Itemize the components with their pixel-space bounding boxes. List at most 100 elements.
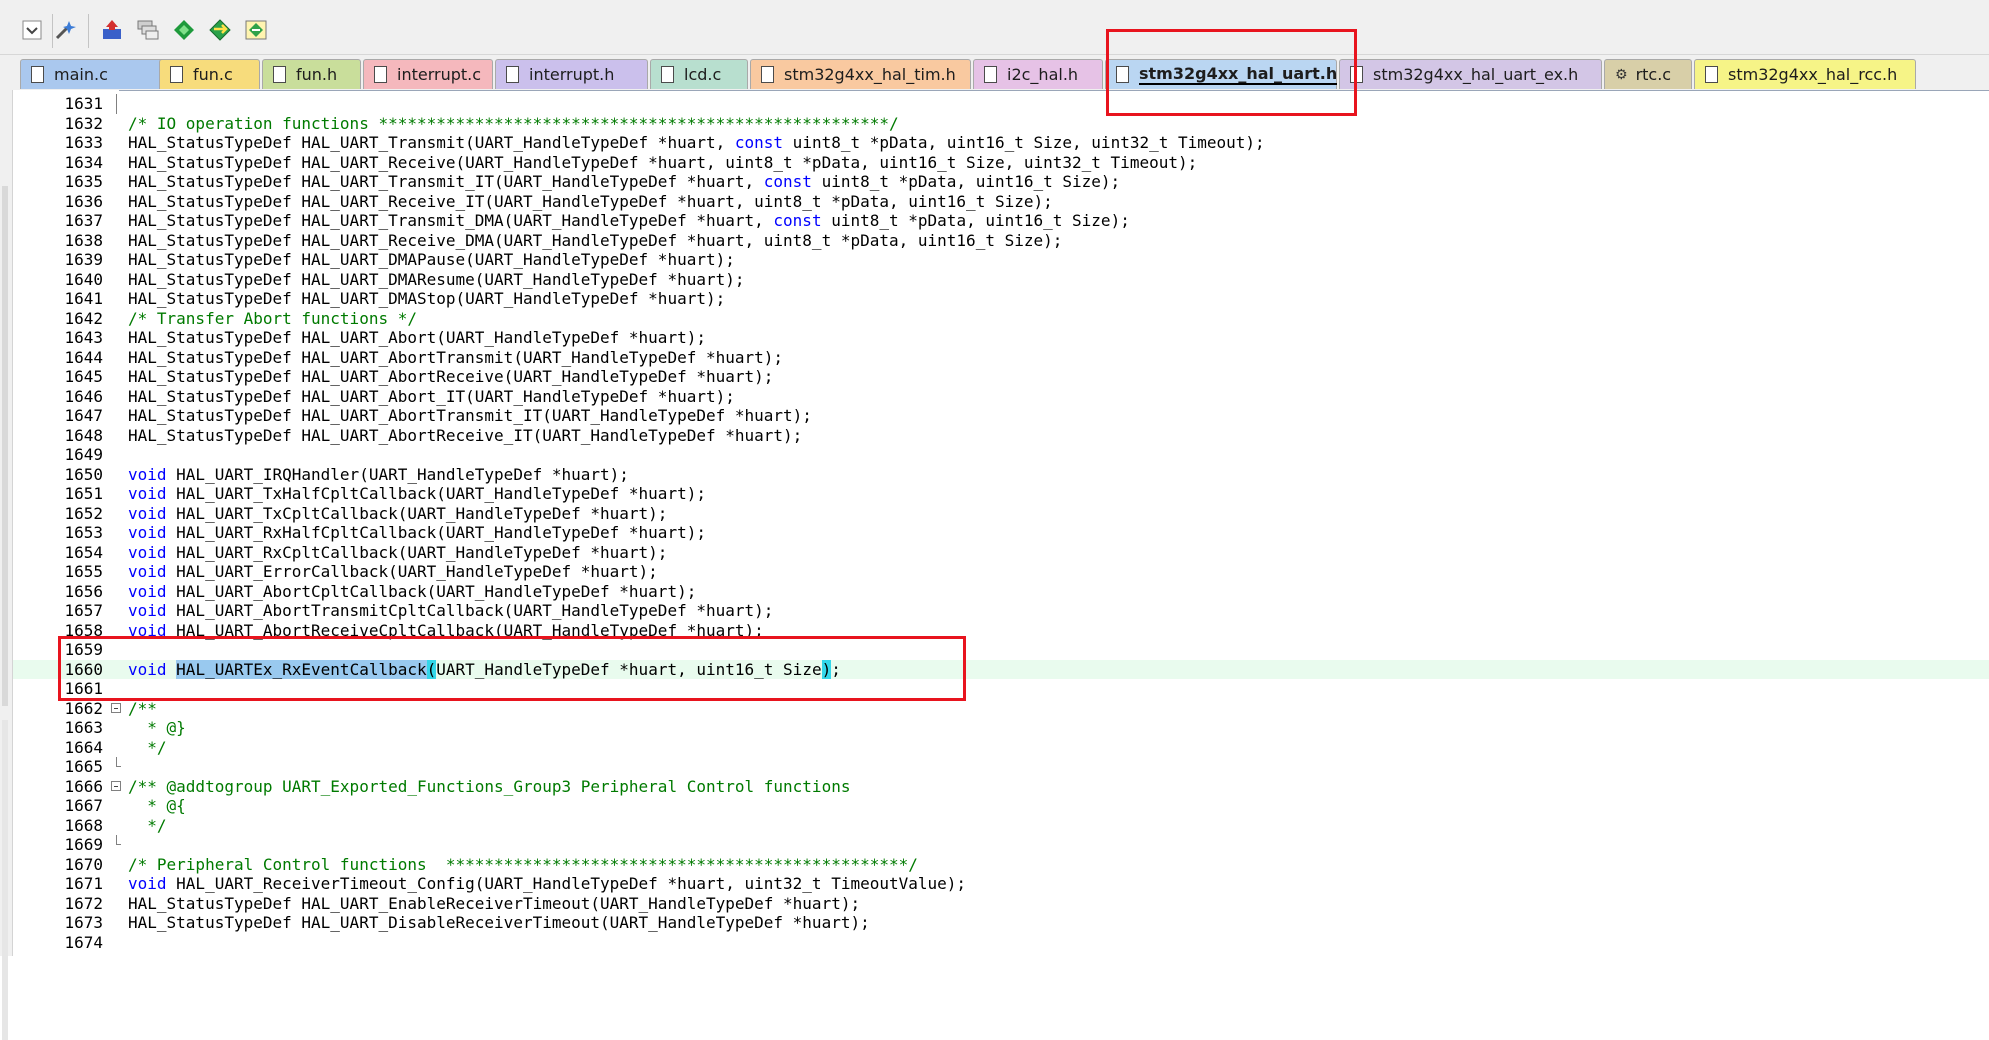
fold-marker bbox=[111, 855, 123, 875]
code-line[interactable]: 1656 void HAL_UART_AbortCpltCallback(UART… bbox=[13, 582, 1989, 602]
code-line[interactable]: 1659 bbox=[13, 640, 1989, 660]
code-line[interactable]: 1638 HAL_StatusTypeDef HAL_UART_Receive_D… bbox=[13, 231, 1989, 251]
code-line[interactable]: 1668 */ bbox=[13, 816, 1989, 836]
keyword-token: void bbox=[128, 484, 167, 503]
code-token: HAL_StatusTypeDef HAL_UART_Receive_IT(UA… bbox=[128, 191, 1053, 211]
line-number: 1642 bbox=[64, 308, 103, 328]
scrollbar-thumb[interactable] bbox=[2, 186, 8, 706]
code-line[interactable]: 1671 void HAL_UART_ReceiverTimeout_Config… bbox=[13, 874, 1989, 894]
code-line[interactable]: 1666 /** @addtogroup UART_Exported_Functi… bbox=[13, 777, 1989, 797]
fold-toggle-icon[interactable] bbox=[111, 699, 123, 719]
code-line[interactable]: 1633 HAL_StatusTypeDef HAL_UART_Transmit(… bbox=[13, 133, 1989, 153]
code-token: HAL_UART_RxCpltCallback(UART_HandleTypeD… bbox=[166, 542, 668, 562]
code-text: void HAL_UART_ReceiverTimeout_Config(UAR… bbox=[128, 874, 966, 894]
code-text: * @{ bbox=[128, 796, 186, 816]
code-line[interactable]: 1672 HAL_StatusTypeDef HAL_UART_EnableRec… bbox=[13, 894, 1989, 914]
code-line[interactable]: 1661 bbox=[13, 679, 1989, 699]
code-line[interactable]: 1636 HAL_StatusTypeDef HAL_UART_Receive_I… bbox=[13, 192, 1989, 212]
tab-label: fun.h bbox=[296, 65, 338, 84]
code-token: HAL_UART_AbortCpltCallback(UART_HandleTy… bbox=[166, 581, 697, 601]
tab-interrupt-c[interactable]: interrupt.c bbox=[363, 59, 493, 89]
code-line[interactable]: 1662 /** bbox=[13, 699, 1989, 719]
code-text: void HAL_UART_ErrorCallback(UART_HandleT… bbox=[128, 562, 658, 582]
tab-stm32g4xx-hal-uart-ex-h[interactable]: stm32g4xx_hal_uart_ex.h bbox=[1339, 59, 1602, 89]
tab-stm32g4xx-hal-tim-h[interactable]: stm32g4xx_hal_tim.h bbox=[750, 59, 971, 89]
code-line[interactable]: 1660 void HAL_UARTEx_RxEventCallback(UART… bbox=[13, 659, 1989, 679]
code-line[interactable]: 1635 HAL_StatusTypeDef HAL_UART_Transmit_… bbox=[13, 172, 1989, 192]
code-line[interactable]: 1639 HAL_StatusTypeDef HAL_UART_DMAPause(… bbox=[13, 250, 1989, 270]
code-line[interactable]: 1631 bbox=[13, 94, 1989, 114]
tab-interrupt-h[interactable]: interrupt.h bbox=[495, 59, 648, 89]
fold-marker bbox=[111, 387, 123, 407]
line-number: 1665 bbox=[64, 757, 103, 776]
code-line[interactable]: 1650 void HAL_UART_IRQHandler(UART_Handle… bbox=[13, 465, 1989, 485]
keyword-token: void bbox=[128, 601, 167, 620]
fold-marker bbox=[111, 601, 123, 621]
code-line[interactable]: 1673 HAL_StatusTypeDef HAL_UART_DisableRe… bbox=[13, 913, 1989, 933]
document-icon bbox=[31, 66, 44, 83]
diamond-arrow-icon[interactable] bbox=[206, 16, 234, 44]
stack-icon[interactable] bbox=[134, 16, 162, 44]
tab-i2c-hal-h[interactable]: i2c_hal.h bbox=[973, 59, 1103, 89]
code-line[interactable]: 1648 HAL_StatusTypeDef HAL_UART_AbortRece… bbox=[13, 426, 1989, 446]
code-line[interactable]: 1670 /* Peripheral Control functions ****… bbox=[13, 855, 1989, 875]
code-line[interactable]: 1654 void HAL_UART_RxCpltCallback(UART_Ha… bbox=[13, 543, 1989, 563]
fold-marker bbox=[111, 562, 123, 582]
code-line[interactable]: 1645 HAL_StatusTypeDef HAL_UART_AbortRece… bbox=[13, 367, 1989, 387]
code-line[interactable]: 1642 /* Transfer Abort functions */ bbox=[13, 309, 1989, 329]
tab-lcd-c[interactable]: lcd.c bbox=[650, 59, 748, 89]
tab-rtc-c[interactable]: ⚙ rtc.c bbox=[1604, 59, 1692, 89]
tab-stm32g4xx-hal-uart-h[interactable]: stm32g4xx_hal_uart.h bbox=[1105, 59, 1338, 89]
line-number: 1662 bbox=[64, 698, 103, 718]
fold-marker bbox=[111, 172, 123, 192]
code-line[interactable]: 1634 HAL_StatusTypeDef HAL_UART_Receive(U… bbox=[13, 153, 1989, 173]
gem-icon[interactable] bbox=[242, 16, 270, 44]
code-line[interactable]: 1643 HAL_StatusTypeDef HAL_UART_Abort(UAR… bbox=[13, 328, 1989, 348]
code-line[interactable]: 1664 */ bbox=[13, 738, 1989, 758]
code-line[interactable]: 1646 HAL_StatusTypeDef HAL_UART_Abort_IT(… bbox=[13, 387, 1989, 407]
fold-marker bbox=[111, 738, 123, 758]
line-number: 1664 bbox=[64, 737, 103, 757]
tab-stm32g4xx-hal-rcc-h[interactable]: stm32g4xx_hal_rcc.h bbox=[1694, 59, 1916, 89]
code-line[interactable]: 1669 bbox=[13, 835, 1989, 855]
code-token: ; bbox=[831, 659, 841, 679]
line-number: 1641 bbox=[64, 289, 103, 308]
fold-marker bbox=[111, 894, 123, 914]
code-line[interactable]: 1655 void HAL_UART_ErrorCallback(UART_Han… bbox=[13, 562, 1989, 582]
code-editor[interactable]: 1631 1632 /* IO operation functions ******… bbox=[13, 94, 1989, 952]
code-line[interactable]: 1651 void HAL_UART_TxHalfCpltCallback(UAR… bbox=[13, 484, 1989, 504]
load-icon[interactable] bbox=[98, 16, 126, 44]
code-line[interactable]: 1632 /* IO operation functions **********… bbox=[13, 114, 1989, 134]
diamond-icon[interactable] bbox=[170, 16, 198, 44]
tab-fun-h[interactable]: fun.h bbox=[262, 59, 361, 89]
code-line[interactable]: 1641 HAL_StatusTypeDef HAL_UART_DMAStop(U… bbox=[13, 289, 1989, 309]
code-line[interactable]: 1665 bbox=[13, 757, 1989, 777]
toolbar bbox=[0, 0, 1989, 55]
wand-icon[interactable] bbox=[52, 16, 80, 44]
code-line[interactable]: 1649 bbox=[13, 445, 1989, 465]
code-line[interactable]: 1674 bbox=[13, 933, 1989, 953]
code-line[interactable]: 1663 * @} bbox=[13, 718, 1989, 738]
code-line[interactable]: 1652 void HAL_UART_TxCpltCallback(UART_Ha… bbox=[13, 504, 1989, 524]
code-line[interactable]: 1667 * @{ bbox=[13, 796, 1989, 816]
code-line[interactable]: 1647 HAL_StatusTypeDef HAL_UART_AbortTran… bbox=[13, 406, 1989, 426]
code-token: HAL_StatusTypeDef HAL_UART_Transmit_IT(U… bbox=[128, 172, 764, 191]
code-line[interactable]: 1658 void HAL_UART_AbortReceiveCpltCallba… bbox=[13, 621, 1989, 641]
code-line[interactable]: 1637 HAL_StatusTypeDef HAL_UART_Transmit_… bbox=[13, 211, 1989, 231]
line-number: 1674 bbox=[64, 932, 103, 952]
code-line[interactable]: 1644 HAL_StatusTypeDef HAL_UART_AbortTran… bbox=[13, 348, 1989, 368]
chevron-down-icon[interactable] bbox=[18, 16, 46, 44]
keyword-token: void bbox=[128, 464, 167, 484]
code-line[interactable]: 1653 void HAL_UART_RxHalfCpltCallback(UAR… bbox=[13, 523, 1989, 543]
code-text: HAL_StatusTypeDef HAL_UART_Receive_DMA(U… bbox=[128, 231, 1062, 251]
code-line[interactable]: 1640 HAL_StatusTypeDef HAL_UART_DMAResume… bbox=[13, 270, 1989, 290]
fold-toggle-icon[interactable] bbox=[111, 777, 123, 797]
editor-tab-bar: main.c fun.c fun.h interrupt.c interrupt.h lc… bbox=[0, 55, 1989, 91]
left-scrollbar[interactable] bbox=[0, 90, 13, 1040]
tab-fun-c[interactable]: fun.c bbox=[159, 59, 260, 89]
code-line[interactable]: 1657 void HAL_UART_AbortTransmitCpltCallb… bbox=[13, 601, 1989, 621]
tab-main-c[interactable]: main.c bbox=[20, 59, 169, 89]
line-number: 1644 bbox=[64, 347, 103, 367]
code-token: HAL_StatusTypeDef HAL_UART_AbortTransmit… bbox=[128, 406, 812, 425]
line-number: 1655 bbox=[64, 562, 103, 581]
